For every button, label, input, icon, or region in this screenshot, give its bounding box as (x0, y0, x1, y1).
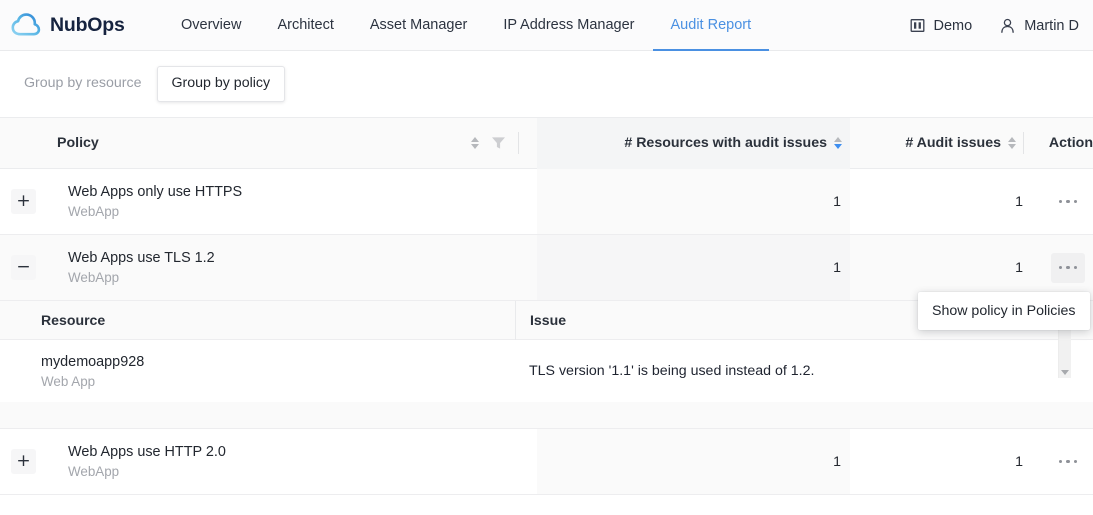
policy-cell: − Web Apps use TLS 1.2 WebApp (0, 235, 537, 300)
building-icon (910, 18, 925, 33)
main-nav: Overview Architect Asset Manager IP Addr… (163, 0, 769, 51)
table-row[interactable]: + Web Apps use HTTP 2.0 WebApp 1 1 (0, 429, 1093, 495)
table-header-row: Policy # Resources with audit issues # A… (0, 117, 1093, 169)
dot-icon (1073, 199, 1077, 204)
action-cell (1032, 429, 1093, 494)
policy-cell: + Web Apps only use HTTPS WebApp (0, 169, 537, 234)
collapse-row-button[interactable]: − (11, 255, 36, 280)
action-cell (1032, 235, 1093, 300)
nav-item-asset-manager[interactable]: Asset Manager (352, 0, 486, 51)
brand-name: NubOps (50, 13, 125, 36)
nav-item-architect[interactable]: Architect (259, 0, 351, 51)
group-by-resource-button[interactable]: Group by resource (9, 66, 157, 101)
nav-right-cluster: Demo Martin D (910, 0, 1085, 51)
action-cell (1032, 169, 1093, 234)
user-menu[interactable]: Martin D (1000, 18, 1085, 34)
group-by-segmented-control: Group by resource Group by policy (9, 66, 286, 102)
subtable-issue-cell: TLS version '1.1' is being used instead … (529, 363, 815, 379)
column-header-action: Action (1032, 118, 1093, 169)
column-header-policy[interactable]: Policy (0, 118, 537, 169)
org-selector[interactable]: Demo (910, 18, 979, 34)
dot-icon (1073, 459, 1077, 464)
policy-title: Web Apps use HTTP 2.0 (68, 444, 226, 460)
audit-issues-cell: 1 (1015, 453, 1023, 470)
org-label: Demo (933, 17, 973, 34)
user-label: Martin D (1024, 17, 1079, 34)
policy-cell: + Web Apps use HTTP 2.0 WebApp (0, 429, 537, 494)
resource-name: mydemoapp928 (41, 353, 145, 370)
nav-item-ip-address-manager[interactable]: IP Address Manager (485, 0, 652, 51)
brand[interactable]: NubOps (0, 12, 150, 38)
nav-item-overview[interactable]: Overview (163, 0, 259, 51)
header-divider (518, 132, 519, 154)
column-header-audit-issues[interactable]: # Audit issues (850, 118, 1032, 169)
table-row[interactable]: + Web Apps only use HTTPS WebApp 1 1 (0, 169, 1093, 235)
cloud-icon (11, 12, 41, 38)
audit-issues-cell: 1 (1015, 259, 1023, 276)
policy-text: Web Apps use HTTP 2.0 WebApp (48, 444, 226, 479)
subtable-column-header-resource: Resource (41, 312, 106, 328)
caret-down-icon (834, 144, 842, 149)
resources-with-issues-cell: 1 (537, 169, 850, 234)
dot-icon (1059, 199, 1063, 204)
row-actions-button[interactable] (1051, 252, 1085, 283)
caret-down-icon (1008, 144, 1016, 149)
caret-down-icon (471, 144, 479, 149)
resources-with-issues-cell: 1 (537, 429, 850, 494)
nav-item-audit-report[interactable]: Audit Report (652, 0, 770, 51)
column-header-resources-with-audit-issues[interactable]: # Resources with audit issues (537, 117, 850, 169)
dot-icon (1066, 265, 1070, 270)
dot-icon (1059, 265, 1063, 270)
sort-toggle-policy[interactable] (471, 137, 479, 149)
column-header-policy-label: Policy (57, 135, 99, 151)
dot-icon (1066, 459, 1070, 464)
group-by-policy-button[interactable]: Group by policy (156, 66, 286, 102)
policy-header-tools (471, 132, 519, 154)
policy-text: Web Apps only use HTTPS WebApp (48, 184, 242, 219)
top-navigation-bar: NubOps Overview Architect Asset Manager … (0, 0, 1093, 51)
resource-text: mydemoapp928 Web App (41, 354, 144, 389)
sort-toggle-audit-issues[interactable] (1008, 137, 1016, 149)
column-header-audit-issues-label: # Audit issues (905, 135, 1001, 151)
menu-item-show-policy-in-policies[interactable]: Show policy in Policies (932, 302, 1076, 320)
row-actions-popup-menu: Show policy in Policies (918, 292, 1090, 330)
policy-title: Web Apps use TLS 1.2 (68, 250, 215, 266)
subtable-bottom-spacer (0, 402, 1093, 428)
person-icon (1000, 18, 1015, 34)
subtable-resource-cell: mydemoapp928 Web App (0, 340, 515, 402)
caret-down-icon[interactable] (1061, 370, 1069, 375)
caret-up-icon (471, 137, 479, 142)
policy-text: Web Apps use TLS 1.2 WebApp (48, 250, 215, 285)
dot-icon (1059, 459, 1063, 464)
policy-subtitle: WebApp (68, 270, 120, 285)
dot-icon (1073, 265, 1077, 270)
column-header-resources-label: # Resources with audit issues (624, 135, 827, 151)
table-body: + Web Apps only use HTTPS WebApp 1 1 − W… (0, 169, 1093, 495)
subtable-row[interactable]: mydemoapp928 Web App TLS version '1.1' i… (0, 340, 1093, 402)
audit-issues-cell: 1 (1015, 193, 1023, 210)
header-divider (1023, 132, 1024, 154)
sort-toggle-resources[interactable] (834, 137, 842, 149)
policy-subtitle: WebApp (68, 464, 120, 479)
column-header-action-label: Action (1048, 135, 1093, 151)
resource-type: Web App (41, 373, 96, 389)
expand-row-button[interactable]: + (11, 189, 36, 214)
policy-title: Web Apps only use HTTPS (68, 184, 243, 200)
expand-row-button[interactable]: + (11, 449, 36, 474)
dot-icon (1066, 199, 1070, 204)
caret-up-icon (1008, 137, 1016, 142)
caret-up-icon (834, 137, 842, 142)
funnel-icon[interactable] (491, 136, 506, 150)
group-by-toolbar: Group by resource Group by policy (0, 51, 1093, 117)
row-actions-button[interactable] (1051, 447, 1085, 477)
row-actions-button[interactable] (1051, 187, 1085, 217)
resources-with-issues-cell: 1 (537, 235, 850, 300)
policy-subtitle: WebApp (68, 204, 120, 219)
